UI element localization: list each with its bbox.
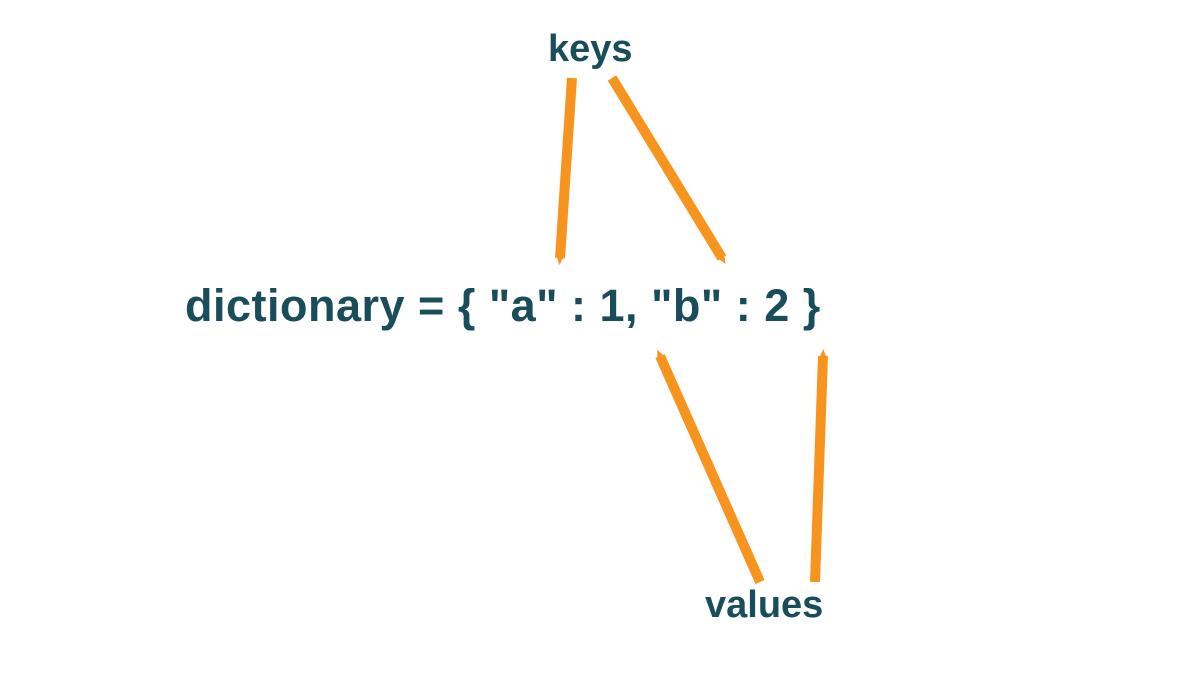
arrow-values-to-2 — [815, 356, 823, 582]
keys-label: keys — [548, 28, 633, 71]
arrow-values-to-1 — [660, 356, 760, 582]
arrow-keys-to-a — [560, 78, 572, 258]
dictionary-code-expression: dictionary = { "a" : 1, "b" : 2 } — [185, 280, 821, 332]
annotation-arrows — [0, 0, 1200, 675]
values-label: values — [705, 584, 823, 627]
arrow-keys-to-b — [612, 78, 722, 258]
